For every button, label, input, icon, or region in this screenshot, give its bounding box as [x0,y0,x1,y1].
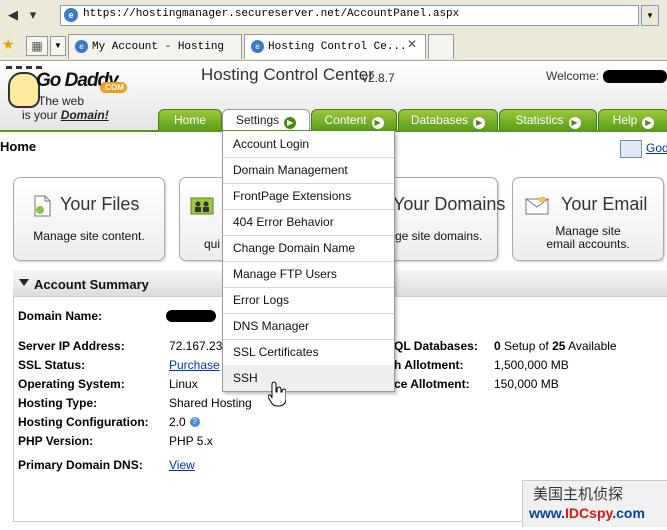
card-your-email[interactable]: Your Email Manage site email accounts. [512,177,664,261]
ie-page-icon: e [64,8,78,22]
php-version-value: PHP 5.x [169,434,213,448]
ssl-purchase-link[interactable]: Purchase [169,358,220,372]
tab-settings[interactable]: Settings ▶ [222,109,310,131]
redacted-username [603,70,667,83]
users-icon [190,197,214,215]
menu-item-account-login[interactable]: Account Login [223,131,394,158]
app-title: Hosting Control Center [201,65,374,84]
space-allotment-label: ce Allotment: [394,377,470,391]
welcome-label: Welcome: [546,69,600,83]
settings-dropdown-menu: Account Login Domain Management FrontPag… [222,131,395,392]
chevron-right-icon: ▶ [371,117,384,129]
godaddy-link-label: God [646,141,667,155]
menu-item-ssh[interactable]: SSH [223,365,394,391]
hand-pointer-icon [268,381,286,407]
ie-page-icon: e [75,40,88,53]
card-title: Your Files [60,194,140,214]
watermark-cn-text: 美国主机侦探 [533,486,624,503]
ie-page-icon: e [251,40,264,53]
dropdown-arrow-icon[interactable]: ▾ [24,6,42,24]
browser-tab-my-account[interactable]: e My Account - Hosting [68,34,242,59]
close-tab-icon[interactable]: ✕ [405,37,419,51]
help-icon[interactable]: ? [189,417,200,427]
hosting-type-value: Shared Hosting [169,396,252,410]
chevron-right-icon: ▶ [473,117,486,129]
address-input[interactable]: e https://hostingmanager.secureserver.ne… [60,5,639,26]
space-allotment-value: 150,000 MB [494,377,559,391]
watermark: 美国主机侦探 www.IDCspy.com [522,480,667,527]
file-icon [34,195,51,217]
browser-tab-label: My Account - Hosting [92,41,225,53]
favorites-star-icon[interactable]: ★ [2,36,15,53]
quick-tabs-icon[interactable]: ▦ [26,36,48,56]
envelope-icon [525,197,549,215]
card-your-files[interactable]: Your Files Manage site content. [13,177,165,261]
tab-content[interactable]: Content ▶ [311,109,397,131]
page-title: Home [0,139,37,154]
hosting-type-label: Hosting Type: [18,396,98,410]
address-dropdown-icon[interactable]: ▼ [641,5,659,26]
browser-chrome: ◀ ▾ e https://hostingmanager.secureserve… [0,0,667,61]
tab-databases[interactable]: Databases ▶ [398,109,498,131]
browser-tab-label: Hosting Control Ce... [268,41,407,53]
collapse-arrow-icon[interactable] [19,279,29,286]
menu-item-frontpage-extensions[interactable]: FrontPage Extensions [223,183,394,210]
tab-statistics[interactable]: Statistics ▶ [499,109,597,131]
watermark-url: www.IDCspy.com [529,505,645,521]
chevron-right-icon: ▶ [568,117,581,129]
hosting-config-value: 2.0? [169,415,200,429]
menu-item-manage-ftp-users[interactable]: Manage FTP Users [223,261,394,288]
server-ip-label: Server IP Address: [18,339,125,353]
address-url: https://hostingmanager.secureserver.net/… [83,8,460,20]
new-tab-button[interactable] [428,34,454,59]
chevron-right-icon: ▶ [284,117,297,129]
account-summary-title: Account Summary [34,277,149,292]
ssl-status-label: SSL Status: [18,358,86,372]
primary-dns-view-link[interactable]: View [169,458,195,472]
tab-help[interactable]: Help ▶ [598,109,667,131]
browser-tab-row: ★ ▦ ▼ e My Account - Hosting e Hosting Con… [0,32,667,60]
menu-item-error-logs[interactable]: Error Logs [223,287,394,314]
menu-item-ssl-certificates[interactable]: SSL Certificates [223,339,394,366]
primary-dns-label: Primary Domain DNS: [18,458,143,472]
card-title: Your Email [561,194,648,214]
app-version: v2.8.7 [362,71,395,85]
computer-icon [620,140,642,158]
menu-item-change-domain-name[interactable]: Change Domain Name [223,235,394,262]
domain-name-label: Domain Name: [18,309,103,323]
menu-item-domain-management[interactable]: Domain Management [223,157,394,184]
chevron-right-icon: ▶ [642,117,655,129]
browser-tab-hosting-control[interactable]: e Hosting Control Ce... [244,34,426,59]
os-label: Operating System: [18,377,125,391]
address-bar-row: ◀ ▾ e https://hostingmanager.secureserve… [0,2,667,28]
card-desc: Manage site content. [33,229,145,243]
card-title: Your Domains [393,194,506,214]
menu-item-dns-manager[interactable]: DNS Manager [223,313,394,340]
logo-tagline-line2: is your Domain! [22,108,109,122]
card-desc-line2: email accounts. [546,237,630,251]
godaddy-logo[interactable]: Go Daddy .COM The web is your Domain! [4,64,154,128]
bandwidth-allotment-label: h Allotment: [394,358,464,372]
mysql-databases-label: QL Databases: [394,339,478,353]
mysql-databases-value: 0 Setup of 25 Available [494,339,617,353]
hosting-config-label: Hosting Configuration: [18,415,149,429]
server-ip-value: 72.167.23 [169,339,223,353]
redacted-domain-name [166,310,216,322]
php-version-label: PHP Version: [18,434,94,448]
logo-com-badge: .COM [100,82,127,93]
tab-home[interactable]: Home [158,109,222,131]
menu-item-404-error-behavior[interactable]: 404 Error Behavior [223,209,394,236]
back-arrow-icon[interactable]: ◀ [4,6,22,24]
os-value: Linux [169,377,198,391]
bandwidth-allotment-value: 1,500,000 MB [494,358,569,372]
logo-tagline-line1: The web [38,94,85,108]
tab-list-dropdown-icon[interactable]: ▼ [50,36,66,56]
